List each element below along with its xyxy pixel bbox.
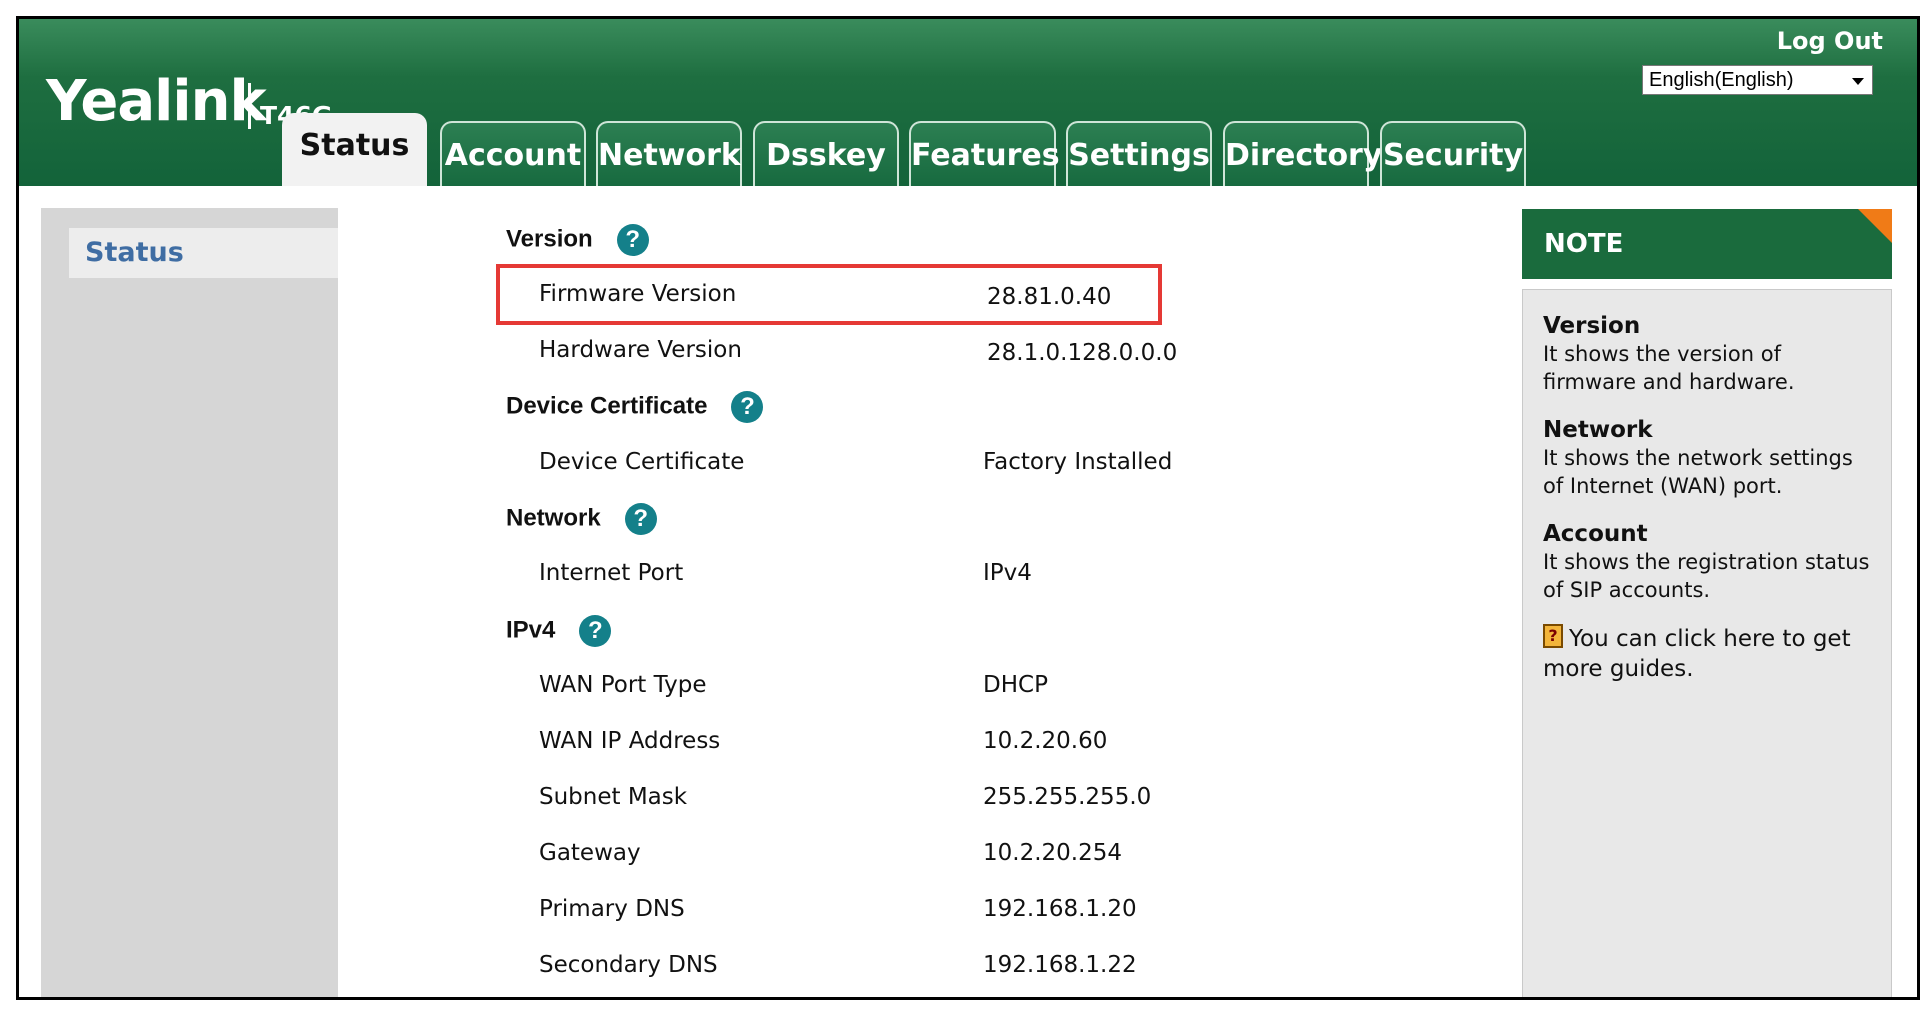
note-item-title: Account bbox=[1543, 521, 1648, 547]
note-header: NOTE bbox=[1522, 209, 1892, 279]
gateway-value: 10.2.20.254 bbox=[983, 840, 1122, 866]
primary-dns-label: Primary DNS bbox=[539, 896, 685, 922]
section-version: Version? bbox=[506, 224, 649, 256]
device-certificate-value: Factory Installed bbox=[983, 449, 1173, 475]
section-title: Device Certificate bbox=[506, 392, 708, 420]
primary-dns-value: 192.168.1.20 bbox=[983, 896, 1137, 922]
note-title: NOTE bbox=[1544, 229, 1624, 259]
question-mark-icon[interactable]: ? bbox=[616, 224, 649, 256]
secondary-dns-label: Secondary DNS bbox=[539, 952, 718, 978]
hardware-version-value: 28.1.0.128.0.0.0 bbox=[987, 340, 1178, 366]
subnet-mask-label: Subnet Mask bbox=[539, 784, 688, 810]
question-mark-icon[interactable]: ? bbox=[731, 391, 764, 423]
wan-port-type-value: DHCP bbox=[983, 672, 1048, 698]
device-certificate-label: Device Certificate bbox=[539, 449, 745, 475]
note-item-text: It shows the version of firmware and har… bbox=[1543, 342, 1795, 394]
browser-frame: Yealink T46G Log Out English(English) St… bbox=[16, 16, 1920, 1000]
guide-text: You can click here to get more guides. bbox=[1543, 626, 1851, 682]
subnet-mask-value: 255.255.255.0 bbox=[983, 784, 1152, 810]
note-item-text: It shows the registration status of SIP … bbox=[1543, 550, 1870, 602]
section-title: Network bbox=[506, 504, 601, 532]
firmware-checkbox bbox=[1126, 289, 1152, 315]
note-item-title: Network bbox=[1543, 417, 1653, 443]
section-device-certificate: Device Certificate? bbox=[506, 391, 764, 423]
section-ipv4: IPv4? bbox=[506, 615, 612, 647]
section-network: Network? bbox=[506, 503, 657, 535]
guide-link[interactable]: ? You can click here to get more guides. bbox=[1543, 624, 1873, 684]
note-panel: Version It shows the version of firmware… bbox=[1522, 289, 1892, 997]
firmware-version-value: 28.81.0.40 bbox=[987, 284, 1112, 310]
question-mark-icon[interactable]: ? bbox=[624, 503, 657, 535]
note-item-title: Version bbox=[1543, 313, 1641, 339]
wan-ip-address-label: WAN IP Address bbox=[539, 728, 721, 754]
gateway-label: Gateway bbox=[539, 840, 641, 866]
section-title: IPv4 bbox=[506, 616, 556, 644]
wan-ip-address-value: 10.2.20.60 bbox=[983, 728, 1108, 754]
firmware-version-label: Firmware Version bbox=[539, 281, 737, 307]
secondary-dns-value: 192.168.1.22 bbox=[983, 952, 1137, 978]
corner-fold-icon bbox=[1858, 209, 1892, 243]
hardware-version-label: Hardware Version bbox=[539, 337, 742, 363]
wan-port-type-label: WAN Port Type bbox=[539, 672, 707, 698]
guide-book-icon: ? bbox=[1543, 624, 1563, 648]
internet-port-value: IPv4 bbox=[983, 560, 1032, 586]
section-title: Version bbox=[506, 225, 593, 253]
internet-port-label: Internet Port bbox=[539, 560, 684, 586]
note-item-text: It shows the network settings of Interne… bbox=[1543, 446, 1853, 498]
question-mark-icon[interactable]: ? bbox=[579, 615, 612, 647]
